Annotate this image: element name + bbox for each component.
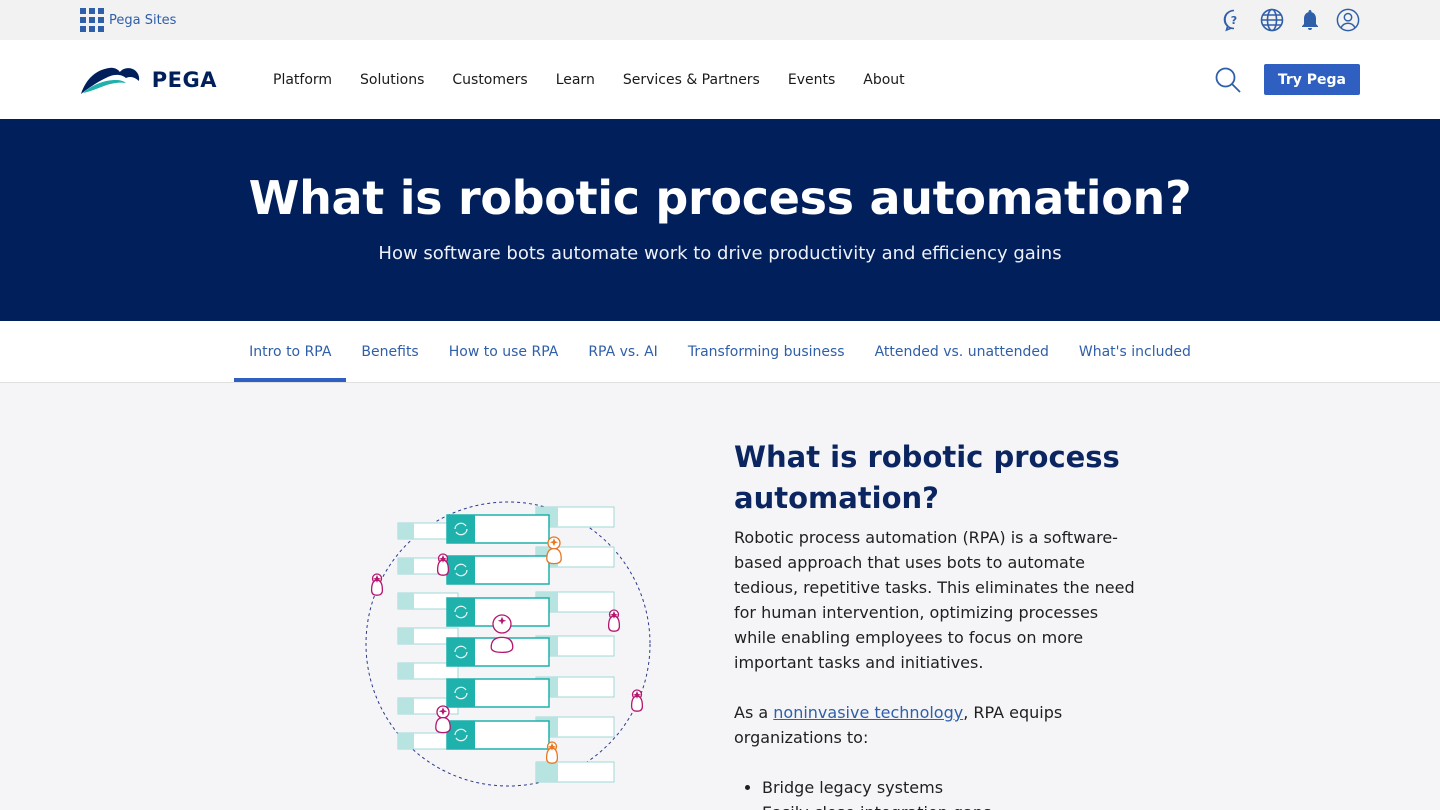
bot-task-block [447, 515, 475, 543]
robot-icon [490, 614, 514, 654]
logo-text: PEGA [151, 67, 217, 92]
bot-task-block [447, 679, 475, 707]
capabilities-list: Bridge legacy systems Easily close integ… [734, 775, 1144, 810]
robot-icon [545, 741, 559, 764]
section-tabs: Intro to RPA Benefits How to use RPA RPA… [0, 321, 1440, 383]
robot-icon [630, 689, 644, 712]
bot-task-block [447, 556, 475, 584]
nav-item-solutions[interactable]: Solutions [360, 72, 424, 88]
nav-actions: Try Pega [1214, 64, 1360, 95]
robot-icon [546, 536, 562, 565]
try-pega-button[interactable]: Try Pega [1263, 64, 1360, 95]
bot-task-block [447, 598, 475, 626]
background-row-block [398, 733, 414, 749]
tab-how-to-use-rpa[interactable]: How to use RPA [434, 321, 574, 382]
noninvasive-technology-link[interactable]: noninvasive technology [773, 703, 963, 722]
rpa-illustration [360, 501, 660, 805]
robot-icon [435, 705, 451, 734]
background-row-block [398, 663, 414, 679]
intro-paragraph: Robotic process automation (RPA) is a so… [734, 528, 1135, 672]
bot-task-block [447, 638, 475, 666]
tab-whats-included[interactable]: What's included [1064, 321, 1206, 382]
noninvasive-paragraph: As a noninvasive technology, RPA equips … [734, 700, 1144, 750]
main-nav: PEGA Platform Solutions Customers Learn … [0, 40, 1440, 119]
help-icon[interactable]: ? [1222, 8, 1246, 32]
page-subtitle: How software bots automate work to drive… [378, 242, 1062, 264]
tab-rpa-vs-ai[interactable]: RPA vs. AI [573, 321, 673, 382]
robot-icon [370, 573, 384, 596]
pegasus-icon [80, 67, 140, 94]
background-row-block [398, 628, 414, 644]
pega-logo[interactable]: PEGA [80, 65, 217, 95]
background-row-block [398, 558, 414, 574]
tab-intro-to-rpa[interactable]: Intro to RPA [234, 321, 347, 382]
tab-transforming-business[interactable]: Transforming business [673, 321, 860, 382]
list-item: Easily close integration gaps [762, 800, 1144, 810]
background-row-block [398, 698, 414, 714]
intro-text: What is robotic process automation? Robo… [734, 437, 1144, 810]
background-row-block [536, 762, 558, 782]
paragraph-text-before: As a [734, 703, 774, 722]
user-icon[interactable] [1336, 8, 1360, 32]
tab-benefits[interactable]: Benefits [346, 321, 433, 382]
intro-section: What is robotic process automation? Robo… [0, 383, 1440, 810]
background-row-block [398, 523, 414, 539]
apps-grid-icon [80, 8, 104, 32]
search-icon[interactable] [1214, 66, 1242, 94]
bell-icon[interactable] [1298, 8, 1322, 32]
list-item: Bridge legacy systems [762, 775, 1144, 800]
page-title: What is robotic process automation? [248, 170, 1192, 225]
utility-bar: Pega Sites ? [0, 0, 1440, 40]
nav-item-services-partners[interactable]: Services & Partners [623, 72, 760, 88]
primary-nav-links: Platform Solutions Customers Learn Servi… [273, 72, 905, 88]
nav-item-events[interactable]: Events [788, 72, 835, 88]
pega-sites-menu[interactable]: Pega Sites [80, 8, 176, 32]
nav-item-customers[interactable]: Customers [452, 72, 527, 88]
robot-icon [607, 609, 621, 632]
background-row-block [398, 593, 414, 609]
nav-item-learn[interactable]: Learn [556, 72, 595, 88]
globe-icon[interactable] [1260, 8, 1284, 32]
utility-icons: ? [1222, 8, 1360, 32]
svg-text:?: ? [1231, 14, 1237, 27]
bot-task-block [447, 721, 475, 749]
hero-banner: What is robotic process automation? How … [0, 119, 1440, 321]
pega-sites-label: Pega Sites [109, 12, 177, 28]
nav-item-platform[interactable]: Platform [273, 72, 332, 88]
tab-attended-vs-unattended[interactable]: Attended vs. unattended [860, 321, 1064, 382]
robot-icon [436, 553, 450, 576]
section-heading: What is robotic process automation? [734, 440, 1120, 515]
nav-item-about[interactable]: About [863, 72, 904, 88]
